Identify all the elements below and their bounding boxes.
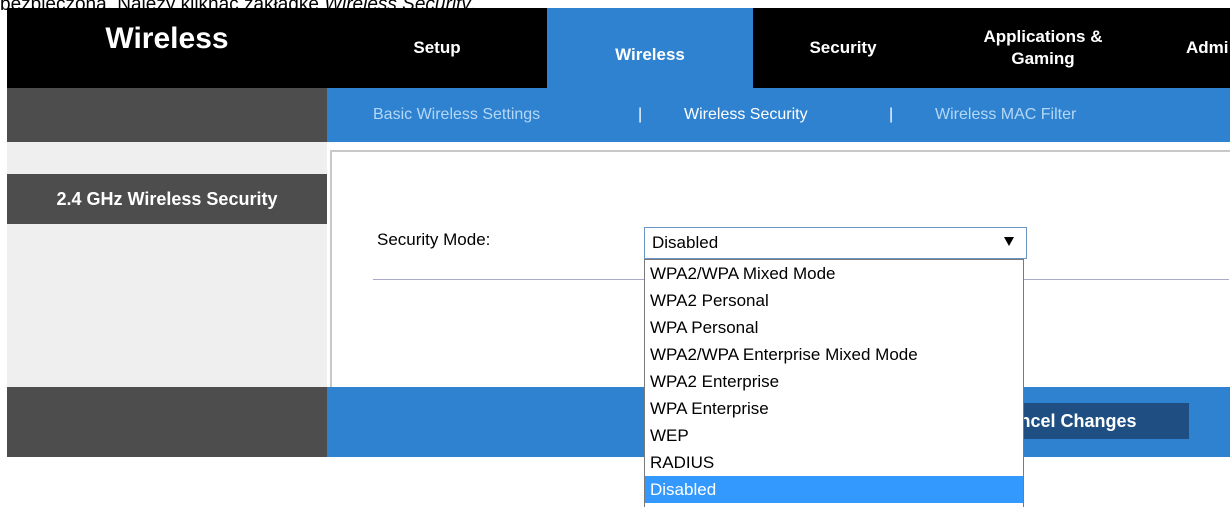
security-mode-select[interactable]: Disabled [644,227,1027,259]
subnav-basic-wireless-settings[interactable]: Basic Wireless Settings [373,88,540,142]
tab-setup[interactable]: Setup [327,8,547,88]
option-wpa2-wpa-enterprise-mixed-mode[interactable]: WPA2/WPA Enterprise Mixed Mode [645,341,1023,368]
option-radius[interactable]: RADIUS [645,449,1023,476]
option-wpa2-enterprise[interactable]: WPA2 Enterprise [645,368,1023,395]
subnav-wireless-security[interactable]: Wireless Security [684,88,808,142]
option-wpa2-personal[interactable]: WPA2 Personal [645,287,1023,314]
tab-security[interactable]: Security [753,8,933,88]
side-footer-block [7,387,327,457]
option-wep[interactable]: WEP [645,422,1023,449]
option-wpa-personal[interactable]: WPA Personal [645,314,1023,341]
subnav-wireless-mac-filter[interactable]: Wireless MAC Filter [935,88,1076,142]
select-value: Disabled [652,233,719,252]
subnav-left-block [7,88,327,142]
tab-label: Wireless [615,45,685,64]
tab-label: Setup [413,38,461,57]
tab-label-line2: Gaming [1011,49,1075,68]
tab-administration[interactable]: Admi [1153,8,1230,88]
option-wpa-enterprise[interactable]: WPA Enterprise [645,395,1023,422]
option-wpa2-wpa-mixed-mode[interactable]: WPA2/WPA Mixed Mode [645,260,1023,287]
subnav-separator: | [638,106,643,123]
subnav-separator: | [889,106,894,123]
tab-applications-gaming[interactable]: Applications & Gaming [933,8,1153,88]
security-mode-options-list: WPA2/WPA Mixed Mode WPA2 Personal WPA Pe… [644,259,1024,507]
tab-label: Security [809,38,877,57]
security-mode-label: Security Mode: [377,230,491,249]
page-title: Wireless [105,22,229,55]
tab-label: Admi [1186,38,1229,57]
dropdown-arrow-icon[interactable] [1004,237,1014,246]
tab-label: Applications & [983,27,1103,46]
section-heading: 2.4 GHz Wireless Security [7,174,327,224]
tab-wireless[interactable]: Wireless [547,8,753,88]
option-disabled[interactable]: Disabled [645,476,1023,503]
